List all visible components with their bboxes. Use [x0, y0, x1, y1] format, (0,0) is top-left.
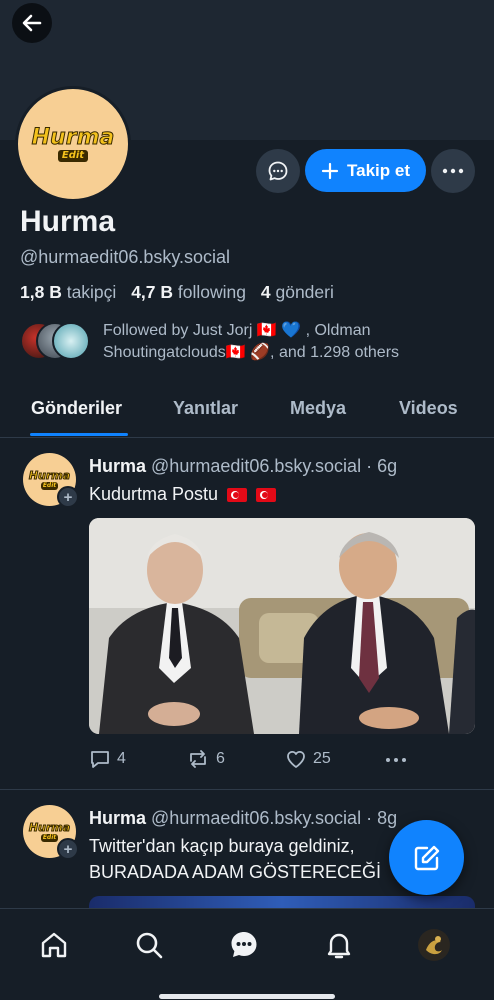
- pencil-icon: [414, 845, 439, 870]
- profile-tabs: Gönderiler Yanıtlar Medya Videos: [0, 392, 494, 438]
- ellipsis-icon: [442, 168, 464, 174]
- post-text-line-2: BURADADA ADAM GÖSTERECEĞİ: [89, 862, 382, 882]
- nav-notifications[interactable]: [321, 927, 357, 963]
- follow-button[interactable]: Takip et: [305, 149, 426, 192]
- nav-search[interactable]: [131, 927, 167, 963]
- tab-videos[interactable]: Videos: [399, 398, 458, 419]
- arrow-left-icon: [22, 14, 42, 32]
- follow-label: Takip et: [347, 160, 410, 180]
- profile-avatar[interactable]: Hurma Edit: [15, 86, 131, 202]
- bottom-navigation: [0, 908, 494, 1000]
- followers-link[interactable]: 1,8 B takipçi: [20, 282, 116, 302]
- following-label: following: [177, 282, 246, 302]
- post-divider: [0, 789, 494, 790]
- home-icon: [41, 932, 67, 958]
- display-name: Hurma: [20, 205, 116, 238]
- tab-media[interactable]: Medya: [290, 398, 346, 419]
- chat-bubble-icon: [268, 161, 288, 181]
- post-actions: 4 6 25: [89, 748, 475, 772]
- posts-stat: 4 gönderi: [261, 282, 334, 302]
- like-button[interactable]: 25: [285, 748, 331, 770]
- plus-icon: [321, 162, 339, 179]
- follow-plus-badge[interactable]: +: [57, 838, 79, 860]
- following-link[interactable]: 4,7 B following: [131, 282, 246, 302]
- avatar-logo-sub: Edit: [57, 149, 89, 162]
- posts-label: gönderi: [275, 282, 334, 302]
- follow-plus-badge[interactable]: +: [57, 486, 79, 508]
- followed-by-text[interactable]: Followed by Just Jorj 🇨🇦 💙 , Oldman Shou…: [103, 320, 473, 364]
- avatar-logo-sub: Edit: [40, 833, 59, 842]
- home-indicator: [159, 994, 335, 999]
- avatar-logo-text: Hurma: [28, 468, 71, 482]
- avatar-logo-sub: Edit: [40, 481, 59, 490]
- post-body: Kudurtma Postu: [89, 484, 219, 504]
- tab-posts[interactable]: Gönderiler: [31, 398, 122, 419]
- repost-count: 6: [216, 750, 225, 767]
- followed-by-avatars[interactable]: [20, 322, 90, 362]
- repost-button[interactable]: 6: [186, 748, 225, 770]
- like-count: 25: [313, 750, 331, 767]
- reply-button[interactable]: 4: [89, 748, 126, 770]
- post-header: Hurma @hurmaedit06.bsky.social · 6g: [89, 456, 397, 477]
- reply-count: 4: [117, 750, 126, 767]
- posts-count: 4: [260, 282, 271, 302]
- post-header: Hurma @hurmaedit06.bsky.social · 8g: [89, 808, 397, 829]
- post-image[interactable]: [89, 518, 475, 734]
- post-author-name[interactable]: Hurma: [89, 808, 146, 828]
- profile-stats: 1,8 B takipçi 4,7 B following 4 gönderi: [20, 282, 334, 303]
- follower-avatar: [52, 322, 90, 360]
- more-options-button[interactable]: [431, 149, 475, 193]
- comment-icon: [91, 751, 109, 768]
- photo-illustration: [89, 518, 475, 734]
- turkey-flag-icon: [227, 488, 248, 503]
- bell-icon: [327, 933, 351, 959]
- search-icon: [136, 932, 163, 959]
- avatar-logo-text: Hurma: [28, 820, 71, 834]
- post-text-line-1: Twitter'dan kaçıp buraya geldiniz,: [89, 836, 355, 856]
- ellipsis-icon: [386, 758, 406, 762]
- nav-home[interactable]: [36, 927, 72, 963]
- compose-button[interactable]: [389, 820, 464, 895]
- post-author-handle[interactable]: @hurmaedit06.bsky.social: [151, 456, 361, 476]
- post-text: Kudurtma Postu: [89, 482, 277, 506]
- turkey-flag-icon: [256, 488, 277, 503]
- following-count: 4,7 B: [131, 282, 174, 302]
- heart-icon: [287, 751, 305, 768]
- post-author-avatar[interactable]: Hurma Edit +: [23, 805, 79, 860]
- followers-count: 1,8 B: [20, 282, 62, 302]
- followers-label: takipçi: [66, 282, 117, 302]
- nav-chat[interactable]: [226, 927, 262, 963]
- tab-replies[interactable]: Yanıtlar: [173, 398, 238, 419]
- post-author-handle[interactable]: @hurmaedit06.bsky.social: [151, 808, 361, 828]
- repost-icon: [190, 750, 206, 768]
- post-author-name[interactable]: Hurma: [89, 456, 146, 476]
- profile-handle: @hurmaedit06.bsky.social: [20, 247, 231, 267]
- post-author-avatar[interactable]: Hurma Edit +: [23, 453, 79, 508]
- profile-avatar: [418, 929, 450, 961]
- active-tab-indicator: [30, 433, 128, 436]
- nav-profile[interactable]: [416, 927, 452, 963]
- post-time: · 6g: [366, 456, 398, 476]
- chat-icon: [231, 932, 257, 957]
- post-more-button[interactable]: [385, 750, 407, 770]
- message-button[interactable]: [256, 149, 300, 193]
- back-button[interactable]: [12, 3, 52, 43]
- post-time: · 8g: [366, 808, 398, 828]
- avatar-logo-text: Hurma: [31, 124, 115, 150]
